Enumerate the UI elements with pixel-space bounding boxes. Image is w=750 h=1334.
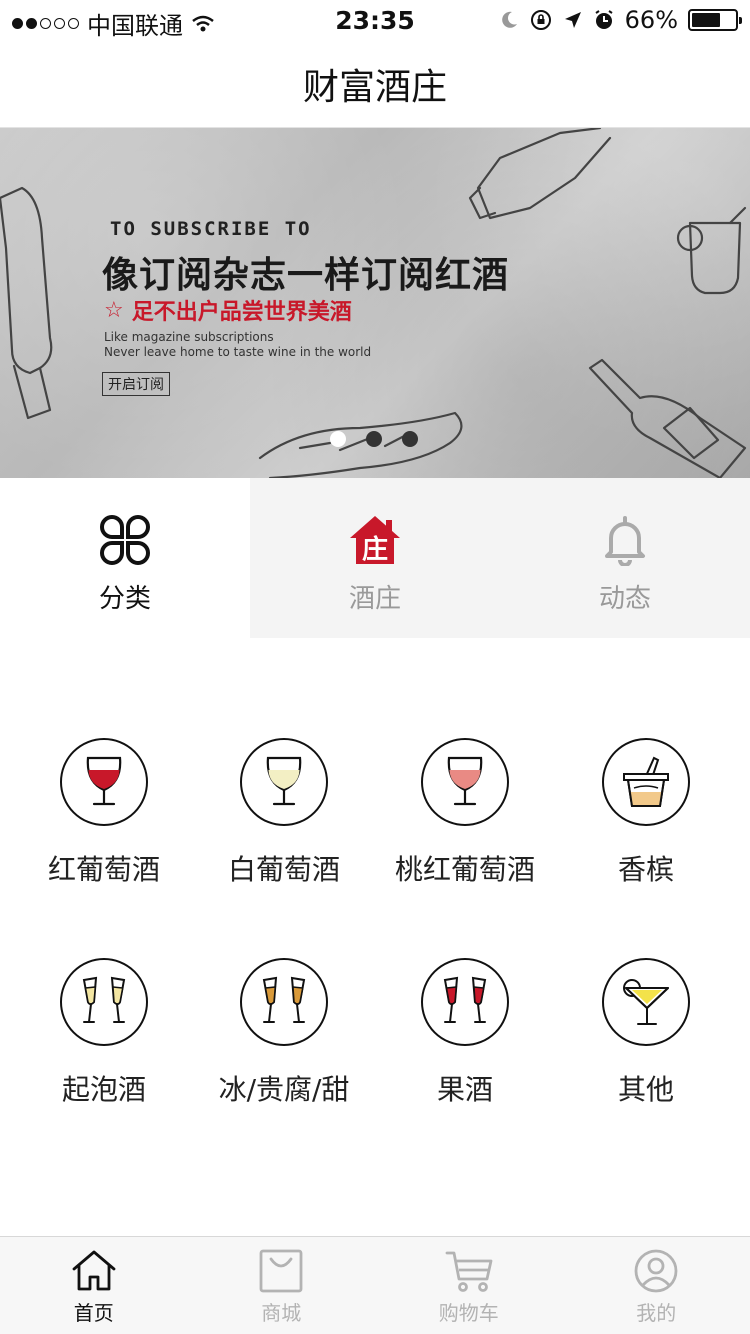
category-sparkling[interactable]: 起泡酒 — [14, 958, 194, 1108]
carousel-indicator[interactable] — [330, 431, 418, 447]
category-label: 白葡萄酒 — [227, 853, 340, 886]
user-icon — [634, 1249, 678, 1293]
champagne-bucket-icon — [623, 756, 669, 807]
category-icon-circle — [421, 958, 509, 1046]
location-arrow-icon — [564, 12, 581, 28]
tab-label-news: 动态 — [598, 584, 651, 614]
category-dessert-wine[interactable]: 冰/贵腐/甜 — [194, 958, 374, 1108]
tab-winery[interactable]: 庄 酒庄 — [250, 478, 500, 638]
carousel-dot[interactable] — [330, 431, 346, 447]
category-row-2: 起泡酒 冰/贵腐/甜 果酒 其他 — [0, 958, 750, 1138]
category-icon-circle — [60, 738, 148, 826]
tabbar-label: 我的 — [636, 1301, 677, 1325]
red-wine-glass-icon — [86, 756, 122, 806]
grid-icon — [100, 514, 150, 566]
banner-en-line1: Like magazine subscriptions — [104, 330, 274, 344]
tabbar-mall[interactable]: 商城 — [188, 1237, 376, 1334]
battery-percent: 66% — [624, 6, 678, 34]
banner-title: 像订阅杂志一样订阅红酒 — [102, 255, 510, 296]
category-row-1: 红葡萄酒 白葡萄酒 桃红葡萄酒 香槟 — [0, 738, 750, 918]
category-white-wine[interactable]: 白葡萄酒 — [194, 738, 374, 888]
category-fruit-wine[interactable]: 果酒 — [375, 958, 555, 1108]
tabbar-label: 首页 — [73, 1301, 114, 1325]
banner-subtitle-row: ☆ 足不出户品尝世界美酒 — [104, 294, 352, 326]
tabbar-label: 商城 — [261, 1301, 302, 1325]
cart-icon — [445, 1251, 493, 1292]
rose-wine-glass-icon — [447, 756, 483, 806]
tab-label-category: 分类 — [98, 584, 151, 614]
banner-carousel[interactable]: TO SUBSCRIBE TO 像订阅杂志一样订阅红酒 ☆ 足不出户品尝世界美酒… — [0, 128, 750, 478]
category-label: 起泡酒 — [61, 1073, 146, 1106]
category-rose-wine[interactable]: 桃红葡萄酒 — [375, 738, 555, 888]
status-bar: 中国联通 23:35 66% — [0, 0, 750, 40]
tabbar-mine[interactable]: 我的 — [563, 1237, 750, 1334]
tabbar-label: 购物车 — [438, 1301, 499, 1325]
section-tabs: 分类 庄 酒庄 动态 — [0, 478, 750, 638]
fruit-wine-flutes-icon — [443, 976, 487, 1023]
tab-category[interactable]: 分类 — [0, 478, 250, 638]
category-champagne[interactable]: 香槟 — [556, 738, 736, 888]
category-icon-circle — [602, 738, 690, 826]
rotation-lock-icon — [530, 10, 551, 30]
white-wine-glass-icon — [266, 756, 302, 806]
category-label: 桃红葡萄酒 — [394, 853, 535, 886]
sparkling-flutes-icon — [82, 976, 126, 1023]
alarm-icon — [595, 10, 613, 29]
bell-icon — [605, 516, 645, 566]
house-icon-char: 庄 — [362, 534, 388, 565]
tabbar-cart[interactable]: 购物车 — [375, 1237, 563, 1334]
category-red-wine[interactable]: 红葡萄酒 — [14, 738, 194, 888]
category-label: 香槟 — [617, 853, 674, 886]
page-title: 财富酒庄 — [302, 66, 447, 108]
carousel-dot[interactable] — [366, 431, 382, 447]
category-other[interactable]: 其他 — [556, 958, 736, 1108]
battery-icon — [688, 9, 742, 31]
category-label: 其他 — [617, 1073, 674, 1106]
banner-eyebrow: TO SUBSCRIBE TO — [110, 218, 312, 240]
carousel-dot[interactable] — [402, 431, 418, 447]
star-icon: ☆ — [104, 297, 124, 323]
tab-label-winery: 酒庄 — [348, 584, 401, 614]
category-icon-circle — [421, 738, 509, 826]
house-icon: 庄 — [350, 516, 400, 565]
category-icon-circle — [240, 958, 328, 1046]
category-icon-circle — [240, 738, 328, 826]
tab-news[interactable]: 动态 — [500, 478, 750, 638]
category-label: 红葡萄酒 — [47, 853, 160, 886]
dessert-wine-flutes-icon — [262, 976, 306, 1023]
banner-en-line2: Never leave home to taste wine in the wo… — [104, 345, 372, 359]
banner-subtitle: 足不出户品尝世界美酒 — [131, 300, 352, 325]
nav-header: 财富酒庄 — [0, 40, 750, 128]
moon-icon — [501, 11, 517, 28]
battery-fill — [692, 13, 720, 27]
subscribe-button[interactable]: 开启订阅 — [102, 372, 170, 396]
category-label: 果酒 — [436, 1073, 493, 1106]
tabbar-home[interactable]: 首页 — [0, 1237, 188, 1334]
category-label: 冰/贵腐/甜 — [218, 1073, 350, 1106]
cocktail-glass-icon — [623, 979, 669, 1025]
bottom-tab-bar: 首页 商城 购物车 我的 — [0, 1236, 750, 1334]
home-icon — [72, 1250, 116, 1291]
category-icon-circle — [602, 958, 690, 1046]
shopping-bag-icon — [259, 1249, 303, 1293]
category-icon-circle — [60, 958, 148, 1046]
status-right: 66% — [499, 6, 742, 34]
